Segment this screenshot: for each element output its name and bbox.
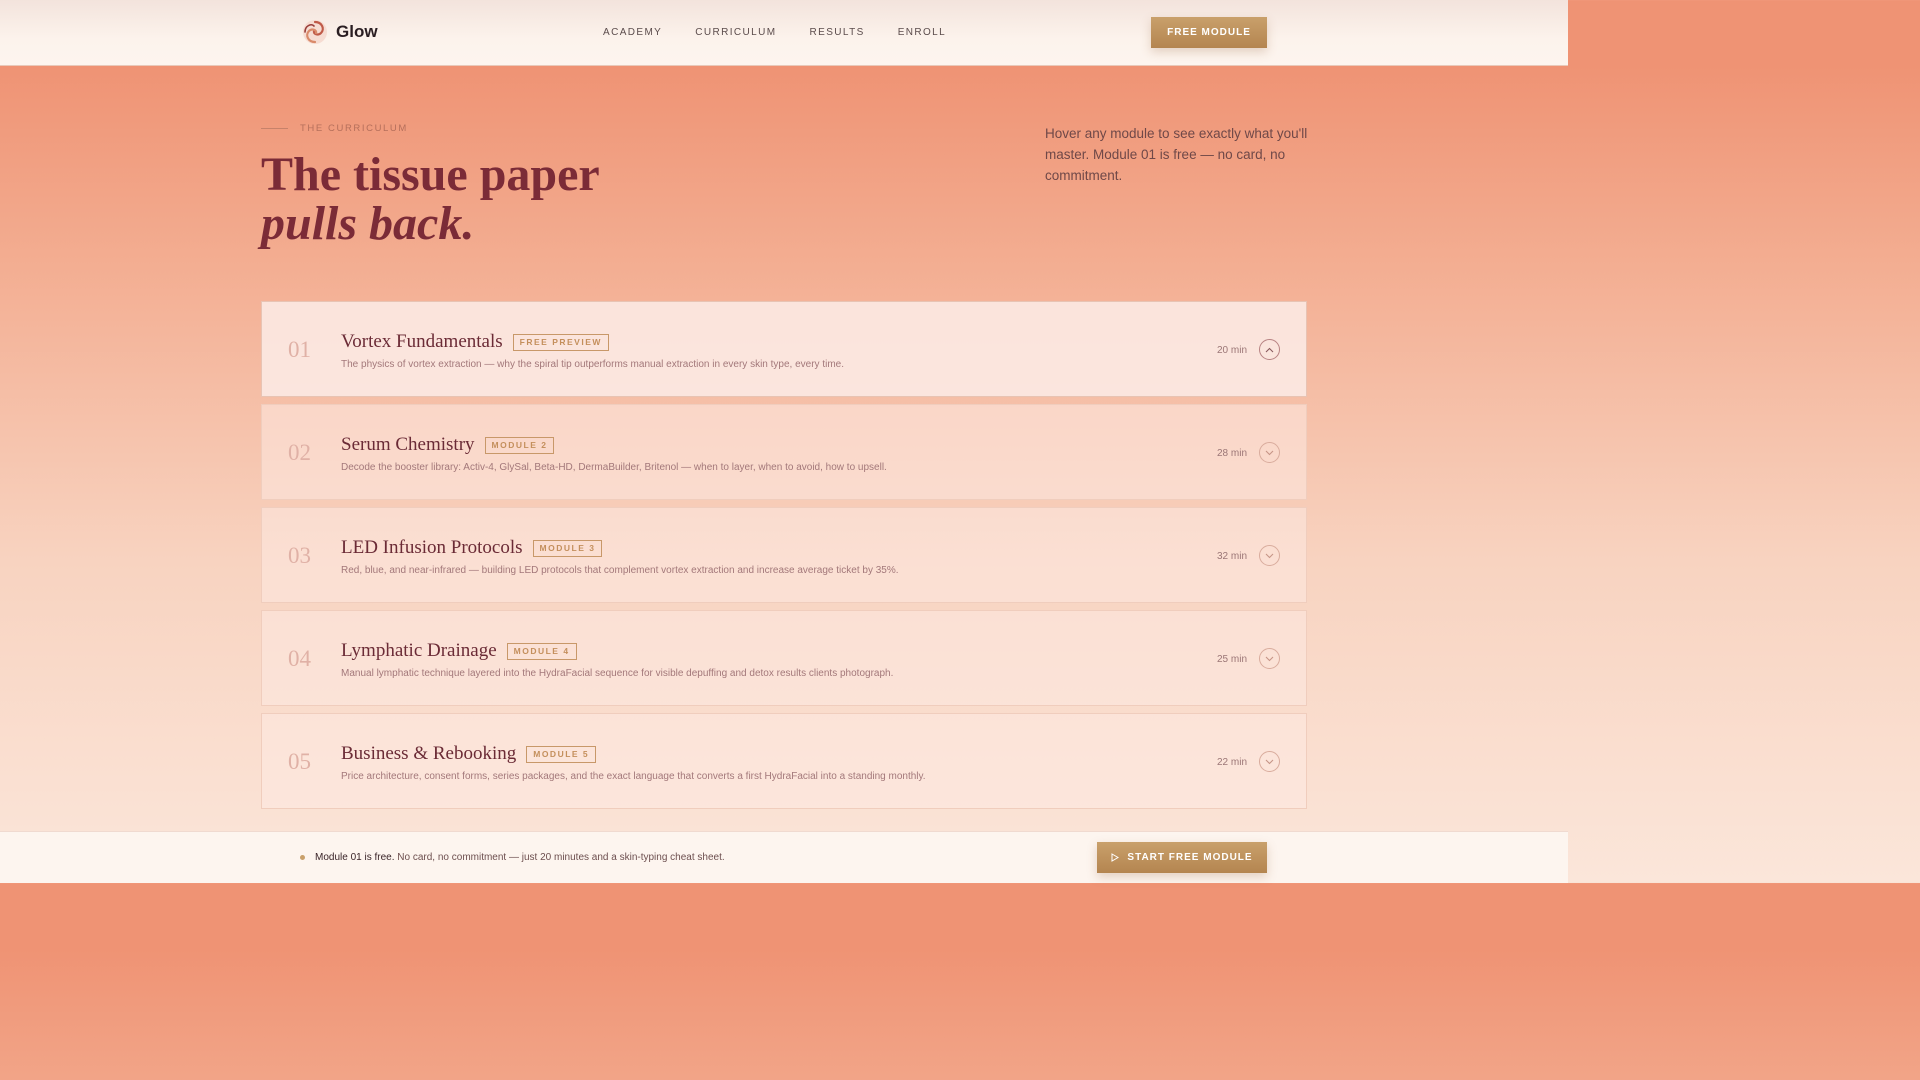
module-description: Price architecture, consent forms, serie… (341, 771, 926, 782)
module-badge: FREE PREVIEW (512, 333, 609, 351)
title-line-1: The tissue paper (261, 148, 600, 201)
module-title: Vortex Fundamentals (341, 331, 503, 352)
module-item-03[interactable]: 03 LED Infusion Protocols MODULE 3 Red, … (261, 507, 1307, 603)
chevron-up-icon (1265, 347, 1274, 352)
status-dot-icon (300, 855, 305, 860)
collapse-toggle[interactable] (1259, 339, 1280, 360)
module-description: Red, blue, and near-infrared — building … (341, 565, 899, 576)
module-title-row: LED Infusion Protocols MODULE 3 (341, 537, 603, 559)
title-line-2: pulls back. (261, 197, 475, 250)
module-title: LED Infusion Protocols (341, 537, 523, 558)
eyebrow-rule (261, 128, 288, 129)
module-title: Business & Rebooking (341, 743, 517, 764)
hero-description: Hover any module to see exactly what you… (1045, 126, 1308, 183)
swirl-logo-icon (303, 20, 327, 44)
module-title-row: Vortex Fundamentals FREE PREVIEW (341, 331, 609, 353)
module-duration: 32 min (1217, 551, 1248, 562)
module-title-row: Lymphatic Drainage MODULE 4 (341, 640, 577, 662)
free-module-button[interactable]: FREE MODULE (1151, 17, 1267, 48)
module-title-row: Business & Rebooking MODULE 5 (341, 743, 597, 765)
cta-bar-message: Module 01 is free. No card, no commitmen… (315, 852, 725, 863)
module-item-05[interactable]: 05 Business & Rebooking MODULE 5 Price a… (261, 713, 1307, 809)
main-nav: ACADEMY CURRICULUM RESULTS ENROLL (603, 27, 979, 38)
expand-toggle[interactable] (1259, 442, 1280, 463)
expand-toggle[interactable] (1259, 648, 1280, 669)
module-description: Decode the booster library: Activ-4, Gly… (341, 462, 887, 473)
module-item-04[interactable]: 04 Lymphatic Drainage MODULE 4 Manual ly… (261, 610, 1307, 706)
chevron-down-icon (1265, 553, 1274, 558)
start-free-module-button[interactable]: START FREE MODULE (1097, 842, 1267, 873)
module-badge: MODULE 5 (526, 745, 597, 763)
nav-results[interactable]: RESULTS (810, 27, 865, 38)
module-number: 01 (288, 337, 311, 362)
module-number: 03 (288, 543, 311, 568)
module-number: 04 (288, 646, 311, 671)
start-free-module-label: START FREE MODULE (1127, 852, 1253, 863)
sticky-cta-bar: Module 01 is free. No card, no commitmen… (0, 831, 1568, 883)
module-duration: 22 min (1217, 757, 1248, 768)
module-item-01[interactable]: 01 Vortex Fundamentals FREE PREVIEW The … (261, 301, 1307, 397)
module-item-02[interactable]: 02 Serum Chemistry MODULE 2 Decode the b… (261, 404, 1307, 500)
module-list: 01 Vortex Fundamentals FREE PREVIEW The … (261, 301, 1307, 816)
nav-academy[interactable]: ACADEMY (603, 27, 662, 38)
module-title-row: Serum Chemistry MODULE 2 (341, 434, 555, 456)
brand-logo[interactable]: Glow (302, 19, 378, 45)
module-duration: 20 min (1217, 345, 1248, 356)
chevron-down-icon (1265, 656, 1274, 661)
module-title: Lymphatic Drainage (341, 640, 497, 661)
module-duration: 28 min (1217, 448, 1248, 459)
nav-enroll[interactable]: ENROLL (898, 27, 946, 38)
expand-toggle[interactable] (1259, 751, 1280, 772)
module-title: Serum Chemistry (341, 434, 475, 455)
chevron-down-icon (1265, 759, 1274, 764)
module-badge: MODULE 4 (506, 642, 577, 660)
cta-bar-lead: Module 01 is free. (315, 852, 395, 863)
section-eyebrow: THE CURRICULUM (261, 123, 408, 134)
cta-bar-rest: No card, no commitment — just 20 minutes… (394, 852, 725, 863)
nav-curriculum[interactable]: CURRICULUM (695, 27, 776, 38)
module-number: 02 (288, 440, 311, 465)
eyebrow-text: THE CURRICULUM (300, 123, 408, 134)
module-number: 05 (288, 749, 311, 774)
module-duration: 25 min (1217, 654, 1248, 665)
brand-name: Glow (336, 22, 378, 41)
module-badge: MODULE 2 (484, 436, 555, 454)
module-description: Manual lymphatic technique layered into … (341, 668, 894, 679)
module-badge: MODULE 3 (532, 539, 603, 557)
page-title: The tissue paper pulls back. (261, 150, 600, 248)
module-description: The physics of vortex extraction — why t… (341, 359, 844, 370)
play-icon (1111, 853, 1120, 862)
site-header: Glow ACADEMY CURRICULUM RESULTS ENROLL F… (0, 0, 1568, 66)
chevron-down-icon (1265, 450, 1274, 455)
expand-toggle[interactable] (1259, 545, 1280, 566)
